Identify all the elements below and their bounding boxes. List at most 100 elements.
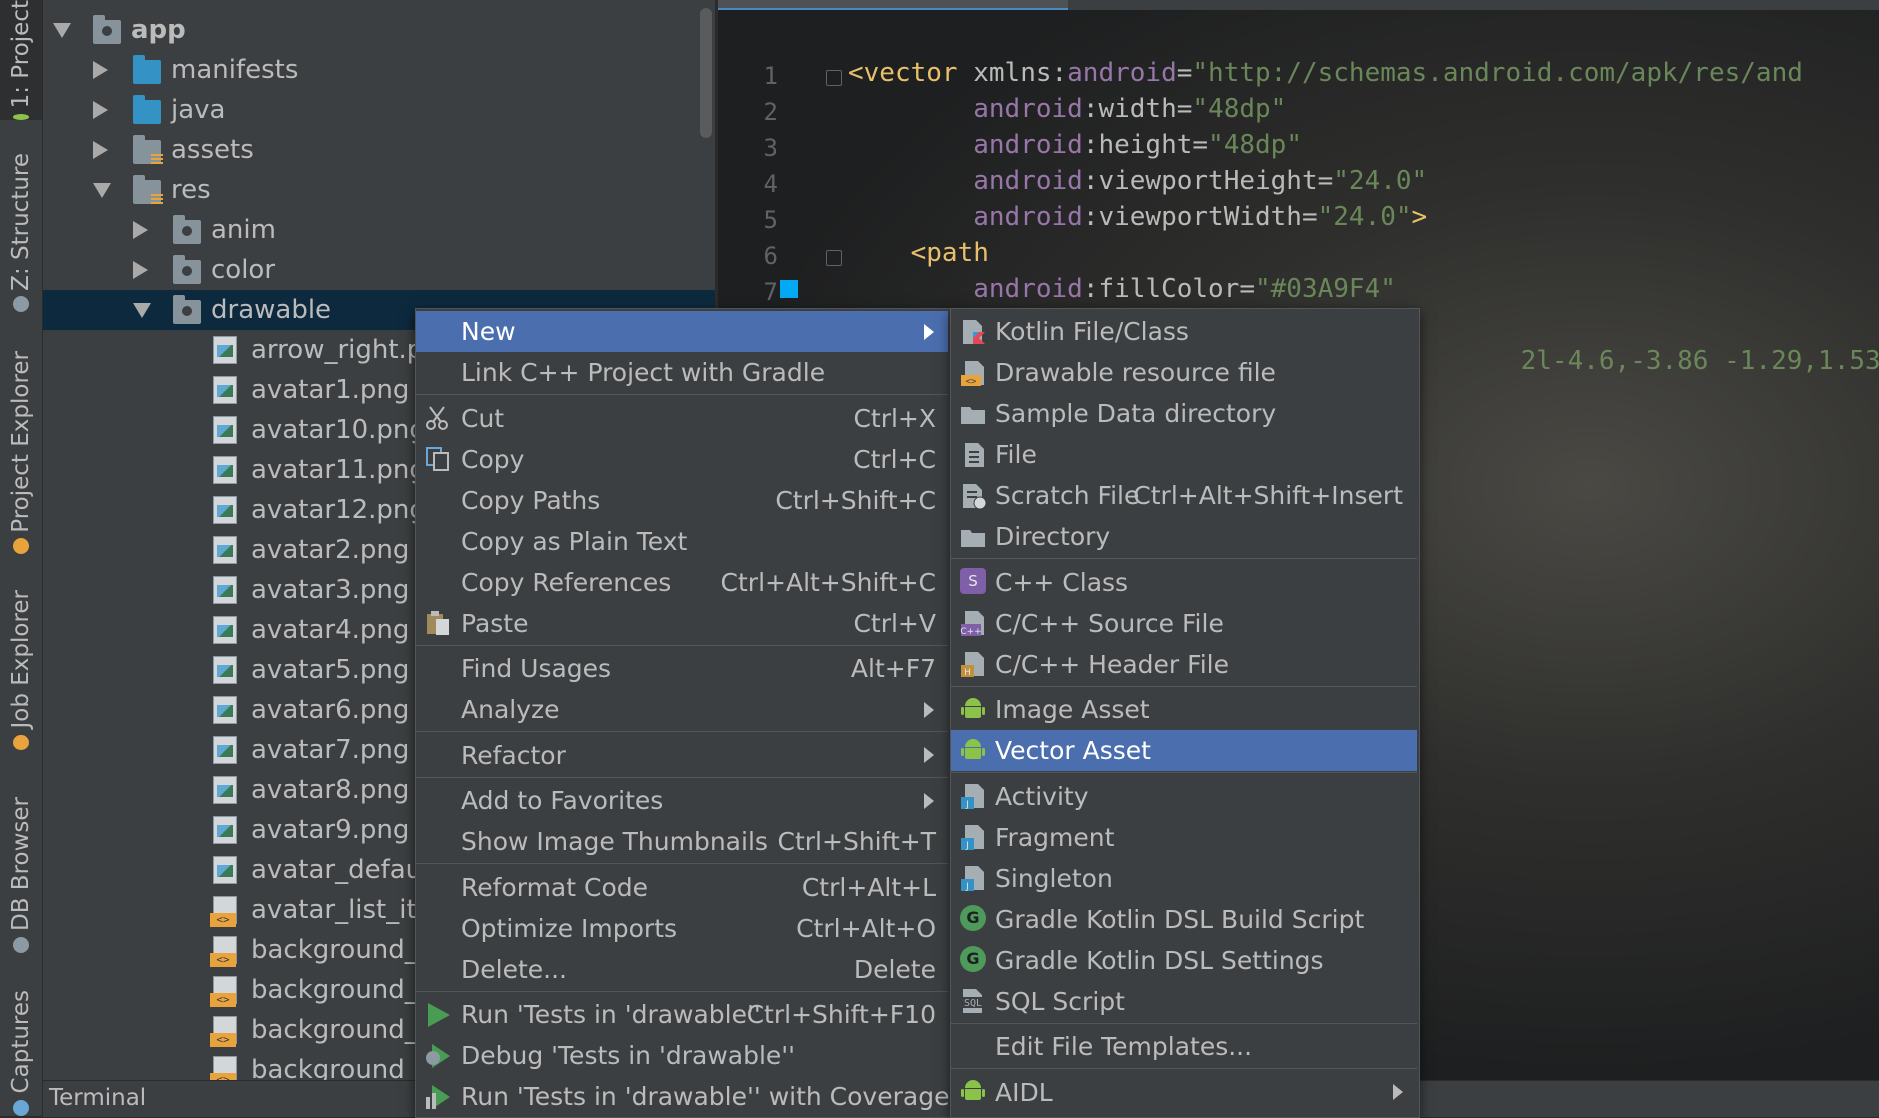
menu-item-edit-file-templates[interactable]: Edit File Templates... <box>951 1026 1417 1067</box>
code-line: android:viewportWidth="24.0"> <box>848 202 1427 232</box>
line-number: 5 <box>763 206 778 234</box>
menu-item-label: Scratch File <box>995 481 1140 510</box>
code-line: android:width="48dp" <box>848 94 1286 124</box>
menu-item-directory[interactable]: Directory <box>951 516 1417 557</box>
collapsed-arrow-icon[interactable] <box>133 221 148 239</box>
menu-item-fragment[interactable]: J Fragment <box>951 817 1417 858</box>
tool-tab-captures[interactable]: Captures <box>0 990 42 1116</box>
color-swatch[interactable] <box>780 280 798 298</box>
menu-item-scratch-file[interactable]: Scratch File Ctrl+Alt+Shift+Insert <box>951 475 1417 516</box>
menu-item-vector-asset[interactable]: Vector Asset <box>951 730 1417 771</box>
collapsed-arrow-icon[interactable] <box>133 261 148 279</box>
menu-item-sql-script[interactable]: SQL SQL Script <box>951 981 1417 1022</box>
menu-item-copy-paths[interactable]: Copy Paths Ctrl+Shift+C <box>416 480 948 521</box>
menu-item-run-tests-in-drawable-with-coverage[interactable]: Run 'Tests in 'drawable'' with Coverage <box>416 1076 949 1117</box>
tool-tab-job-explorer-label: Job Explorer <box>8 590 34 729</box>
tree-item[interactable]: anim <box>43 210 715 250</box>
tree-item[interactable]: color <box>43 250 715 290</box>
menu-item-paste[interactable]: Paste Ctrl+V <box>416 603 948 644</box>
menu-item-label: SQL Script <box>995 986 1125 1016</box>
image-file-icon <box>213 576 237 604</box>
fold-marker-icon[interactable] <box>826 70 842 86</box>
tool-tab-job-explorer[interactable]: Job Explorer <box>0 590 42 750</box>
menu-item-add-to-favorites[interactable]: Add to Favorites <box>416 780 948 821</box>
menu-item-c-c-source-file[interactable]: C++ C/C++ Source File <box>951 603 1417 644</box>
tree-item-label: anim <box>211 215 276 245</box>
menu-item-sample-data-directory[interactable]: Sample Data directory <box>951 393 1417 434</box>
tool-tab-structure[interactable]: Z: Structure <box>0 150 42 315</box>
menu-item-drawable-resource-file[interactable]: <> Drawable resource file <box>951 352 1417 393</box>
image-file-icon <box>213 616 237 644</box>
tool-tab-project[interactable]: 1: Project <box>0 0 42 120</box>
tree-item[interactable]: app <box>43 10 715 50</box>
menu-item-analyze[interactable]: Analyze <box>416 689 948 730</box>
menu-item-find-usages[interactable]: Find Usages Alt+F7 <box>416 648 948 689</box>
menu-item-optimize-imports[interactable]: Optimize Imports Ctrl+Alt+O <box>416 908 948 949</box>
menu-item-shortcut: Ctrl+Shift+T <box>777 827 936 856</box>
cpp-source-icon: C++ <box>959 609 987 637</box>
menu-item-label: Singleton <box>995 863 1113 893</box>
menu-item-activity[interactable]: J Activity <box>951 776 1417 817</box>
submenu-arrow-icon <box>1393 1084 1403 1100</box>
menu-item-copy-as-plain-text[interactable]: Copy as Plain Text <box>416 521 948 562</box>
menu-item-run-tests-in-drawable[interactable]: Run 'Tests in 'drawable'' Ctrl+Shift+F10 <box>416 994 948 1035</box>
code-token: "http://schemas.android.com/apk/res/and <box>1192 58 1803 88</box>
collapsed-arrow-icon[interactable] <box>93 101 108 119</box>
menu-item-reformat-code[interactable]: Reformat Code Ctrl+Alt+L <box>416 867 948 908</box>
menu-item-cut[interactable]: Cut Ctrl+X <box>416 398 948 439</box>
code-token: android <box>973 130 1083 160</box>
menu-item-image-asset[interactable]: Image Asset <box>951 689 1417 730</box>
code-token: :viewportWidth= <box>1082 202 1318 232</box>
menu-item-delete[interactable]: Delete... Delete <box>416 949 948 990</box>
menu-item-aidl[interactable]: AIDL <box>951 1072 1417 1113</box>
gradle-icon: G <box>960 946 986 972</box>
image-file-icon <box>213 816 237 844</box>
menu-item-singleton[interactable]: J Singleton <box>951 858 1417 899</box>
tree-item[interactable]: res <box>43 170 715 210</box>
menu-item-copy[interactable]: Copy Ctrl+C <box>416 439 948 480</box>
menu-item-refactor[interactable]: Refactor <box>416 735 948 776</box>
menu-item-kotlin-file-class[interactable]: Kotlin File/Class <box>951 311 1417 352</box>
menu-item-shortcut: Ctrl+Alt+L <box>801 872 936 902</box>
menu-item-link-c-project-with-gradle[interactable]: Link C++ Project with Gradle <box>416 352 948 393</box>
code-token: android <box>973 94 1083 124</box>
menu-item-gradle-kotlin-dsl-settings[interactable]: G Gradle Kotlin DSL Settings <box>951 940 1417 981</box>
code-token: "48dp" <box>1208 130 1302 160</box>
fold-marker-icon[interactable] <box>826 250 842 266</box>
menu-item-show-image-thumbnails[interactable]: Show Image Thumbnails Ctrl+Shift+T <box>416 821 948 862</box>
editor-tab-active[interactable] <box>718 0 1068 10</box>
tree-item[interactable]: java <box>43 90 715 130</box>
menu-item-c-c-header-file[interactable]: H C/C++ Header File <box>951 644 1417 685</box>
menu-item-new[interactable]: New <box>416 311 948 352</box>
menu-item-file[interactable]: File <box>951 434 1417 475</box>
folder-icon <box>959 523 987 551</box>
tool-tab-db-browser[interactable]: DB Browser <box>0 790 42 960</box>
menu-item-label: Copy as Plain Text <box>461 526 688 556</box>
terminal-tab[interactable]: Terminal <box>49 1085 146 1111</box>
code-token: android <box>1067 58 1177 88</box>
android-icon <box>960 737 986 763</box>
expanded-arrow-icon[interactable] <box>93 183 111 198</box>
resource-badge <box>151 194 163 206</box>
menu-item-copy-references[interactable]: Copy References Ctrl+Alt+Shift+C <box>416 562 948 603</box>
collapsed-arrow-icon[interactable] <box>93 61 108 79</box>
collapsed-arrow-icon[interactable] <box>93 141 108 159</box>
menu-item-debug-tests-in-drawable[interactable]: Debug 'Tests in 'drawable'' <box>416 1035 948 1076</box>
menu-item-gradle-kotlin-dsl-build-script[interactable]: G Gradle Kotlin DSL Build Script <box>951 899 1417 940</box>
tree-item[interactable]: assets <box>43 130 715 170</box>
submenu-arrow-icon <box>924 747 934 763</box>
expanded-arrow-icon[interactable] <box>53 23 71 38</box>
tree-item-label: res <box>171 175 211 205</box>
tool-tab-project-explorer[interactable]: Project Explorer <box>0 350 42 555</box>
tree-item-label: java <box>171 95 226 125</box>
tree-scrollbar[interactable] <box>700 8 712 138</box>
tree-item[interactable]: manifests <box>43 50 715 90</box>
code-token: "24.0" <box>1333 166 1428 196</box>
android-icon <box>960 1078 986 1104</box>
menu-item-shortcut: Ctrl+C <box>853 444 936 474</box>
expanded-arrow-icon[interactable] <box>133 303 151 318</box>
menu-item-c-class[interactable]: S C++ Class <box>951 562 1417 603</box>
scratch-file-icon <box>959 482 987 510</box>
